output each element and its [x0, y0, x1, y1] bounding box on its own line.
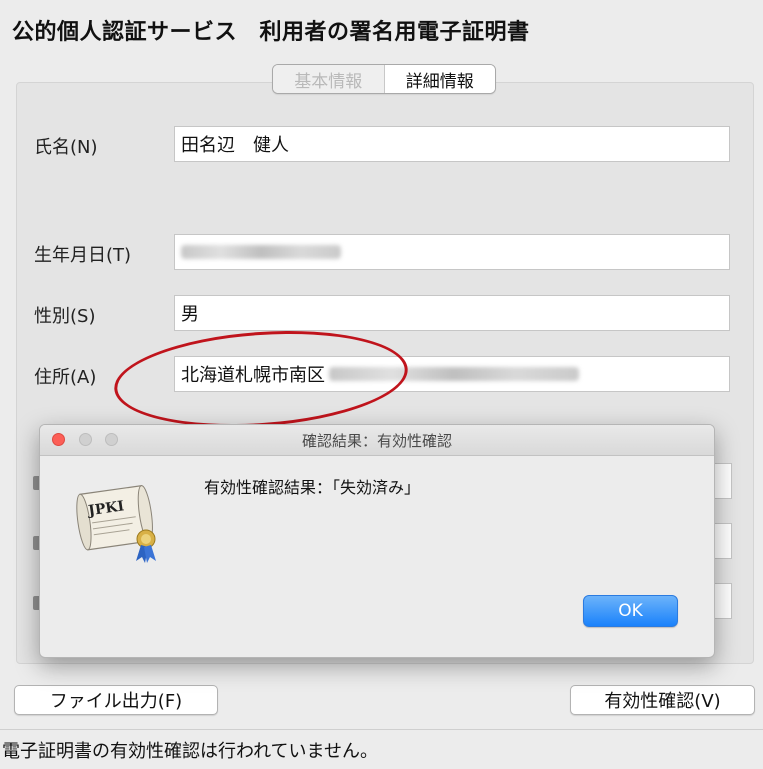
address-label: 住所(A) [34, 367, 97, 388]
tab-bar: 基本情報 詳細情報 [272, 64, 496, 94]
validation-result-dialog: 確認結果：有効性確認 JPKI 有効性確認結果：「失効済み」 OK [39, 424, 715, 658]
status-text: 電子証明書の有効性確認は行われていません。 [2, 740, 379, 762]
birthdate-label: 生年月日(T) [34, 245, 132, 266]
name-field[interactable]: 田名辺 健人 [174, 126, 730, 162]
zoom-button[interactable] [105, 433, 118, 446]
status-bar: 電子証明書の有効性確認は行われていません。 [0, 729, 763, 769]
minimize-button[interactable] [79, 433, 92, 446]
ok-button[interactable]: OK [583, 595, 678, 627]
file-output-button[interactable]: ファイル出力(F) [14, 685, 218, 715]
window-title: 公的個人認証サービス 利用者の署名用電子証明書 [12, 20, 530, 45]
dialog-message: 有効性確認結果：「失効済み」 [204, 478, 421, 497]
dialog-titlebar[interactable]: 確認結果：有効性確認 [40, 425, 714, 456]
tab-detailed-info[interactable]: 詳細情報 [384, 65, 495, 93]
close-button[interactable] [52, 433, 65, 446]
redacted-birthdate [181, 245, 341, 259]
tab-basic-info[interactable]: 基本情報 [273, 65, 385, 93]
gender-label: 性別(S) [34, 306, 96, 327]
birthdate-field[interactable] [174, 234, 730, 270]
name-label: 氏名(N) [34, 137, 98, 158]
certificate-icon: JPKI [76, 485, 156, 563]
validate-button[interactable]: 有効性確認(V) [570, 685, 755, 715]
gender-field[interactable]: 男 [174, 295, 730, 331]
dialog-title: 確認結果：有効性確認 [301, 431, 452, 450]
